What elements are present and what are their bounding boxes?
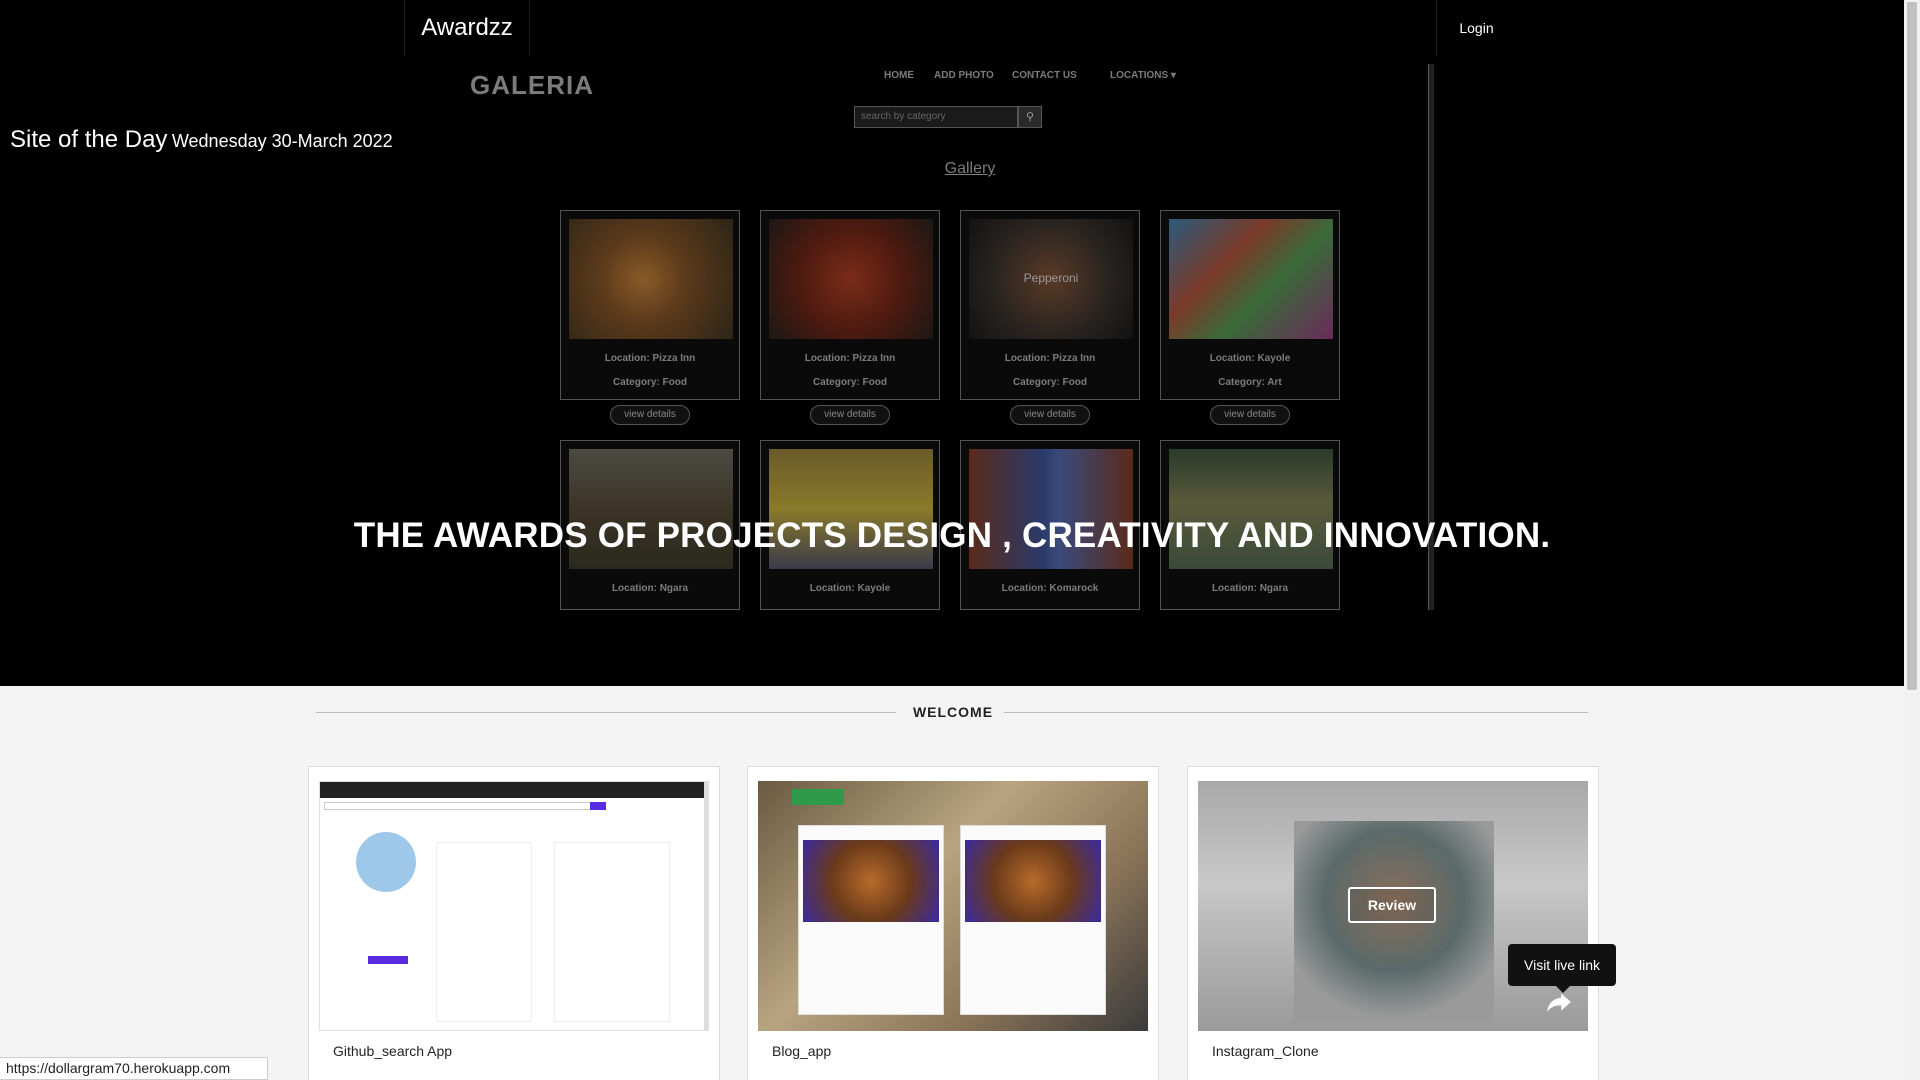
project-card[interactable]: Blog_app [747,766,1159,1080]
site-of-the-day-label: Site of the Day [10,126,168,153]
project-thumbnail[interactable]: Review [1198,781,1588,1031]
preview-nav-contact: CONTACT US [1012,70,1077,81]
preview-card-location: Location: Pizza Inn [804,353,896,364]
thumb-profile-button [368,956,408,964]
preview-view-details-button: view details [610,405,690,425]
preview-card: Location: Pizza Inn Category: Food [760,210,940,400]
preview-card: Location: Pizza Inn Category: Food [560,210,740,400]
share-icon[interactable] [1546,991,1572,1013]
link-status-bar: https://dollargram70.herokuapp.com [0,1057,268,1080]
preview-logo: GALERIA [470,70,594,100]
welcome-divider: WELCOME [316,704,1588,720]
thumb-blog-image [965,840,1101,922]
thumb-topbar [320,782,708,798]
preview-card-category: Category: Food [813,377,887,388]
project-card[interactable]: Review Instagram_Clone [1187,766,1599,1080]
project-thumbnail[interactable] [758,781,1148,1031]
hero-banner: GALERIA HOME ADD PHOTO CONTACT US LOCATI… [0,56,1904,686]
visit-live-link-tooltip: Visit live link [1508,944,1616,986]
project-title[interactable]: Blog_app [772,1043,831,1059]
thumb-search-button [590,802,606,810]
preview-card-category: Category: Art [1218,377,1282,388]
thumb-scrollbar [704,782,708,1030]
welcome-label: WELCOME [912,704,994,720]
preview-view-details-button: view details [810,405,890,425]
navbar: Awardzz Login [0,0,1904,56]
project-title[interactable]: Instagram_Clone [1212,1043,1319,1059]
preview-nav-add-photo: ADD PHOTO [934,70,994,81]
site-of-the-day-date: Wednesday 30-March 2022 [171,131,393,151]
preview-card-location: Location: Pizza Inn [1004,353,1096,364]
hero-title: THE AWARDS OF PROJECTS DESIGN , CREATIVI… [353,516,1551,555]
preview-view-details-button: view details [1210,405,1290,425]
project-card[interactable]: Github_search App [308,766,720,1080]
preview-card-location: Location: Komarock [1001,583,1099,594]
login-link[interactable]: Login [1436,0,1516,56]
tooltip-arrow [1556,986,1570,993]
preview-card-location: Location: Kayole [1209,353,1291,364]
thumb-blog-card [960,825,1106,1015]
brand-logo[interactable]: Awardzz [404,0,530,56]
preview-card-image [1169,219,1333,339]
project-title[interactable]: Github_search App [333,1043,452,1059]
site-of-the-day: Site of the Day Wednesday 30-March 2022 [10,126,393,154]
divider-line-right [1004,712,1588,713]
preview-card-image [769,219,933,339]
divider-line-left [316,712,896,713]
thumb-searchbar [324,802,604,810]
project-thumbnail[interactable] [319,781,709,1031]
thumb-repo-column [436,842,532,1022]
preview-card: Location: Kayole Category: Art [1160,210,1340,400]
page-scrollbar-thumb[interactable] [1907,2,1917,690]
preview-card-location: Location: Kayole [809,583,891,594]
thumb-repo-column [554,842,670,1022]
preview-nav-locations: LOCATIONS ▾ [1110,70,1176,81]
preview-card-location: Location: Pizza Inn [604,353,696,364]
review-button[interactable]: Review [1348,887,1436,923]
preview-nav-home: HOME [884,70,914,81]
preview-card-category: Category: Food [613,377,687,388]
preview-card-location: Location: Ngara [1211,583,1289,594]
preview-card-category: Category: Food [1013,377,1087,388]
thumb-avatar [356,832,416,892]
thumb-blog-card [798,825,944,1015]
preview-search-icon: ⚲ [1018,106,1042,128]
preview-view-details-button: view details [1010,405,1090,425]
preview-card-image [569,219,733,339]
preview-card-overlay: Pepperoni [1023,271,1079,285]
thumb-blog-badge [792,789,844,805]
preview-search-input: search by category [854,106,1018,128]
page-scrollbar[interactable] [1904,0,1920,1080]
preview-card: Pepperoni Location: Pizza Inn Category: … [960,210,1140,400]
preview-card-location: Location: Ngara [611,583,689,594]
thumb-blog-image [803,840,939,922]
preview-gallery-heading: Gallery [944,160,996,177]
preview-card-image: Pepperoni [969,219,1133,339]
